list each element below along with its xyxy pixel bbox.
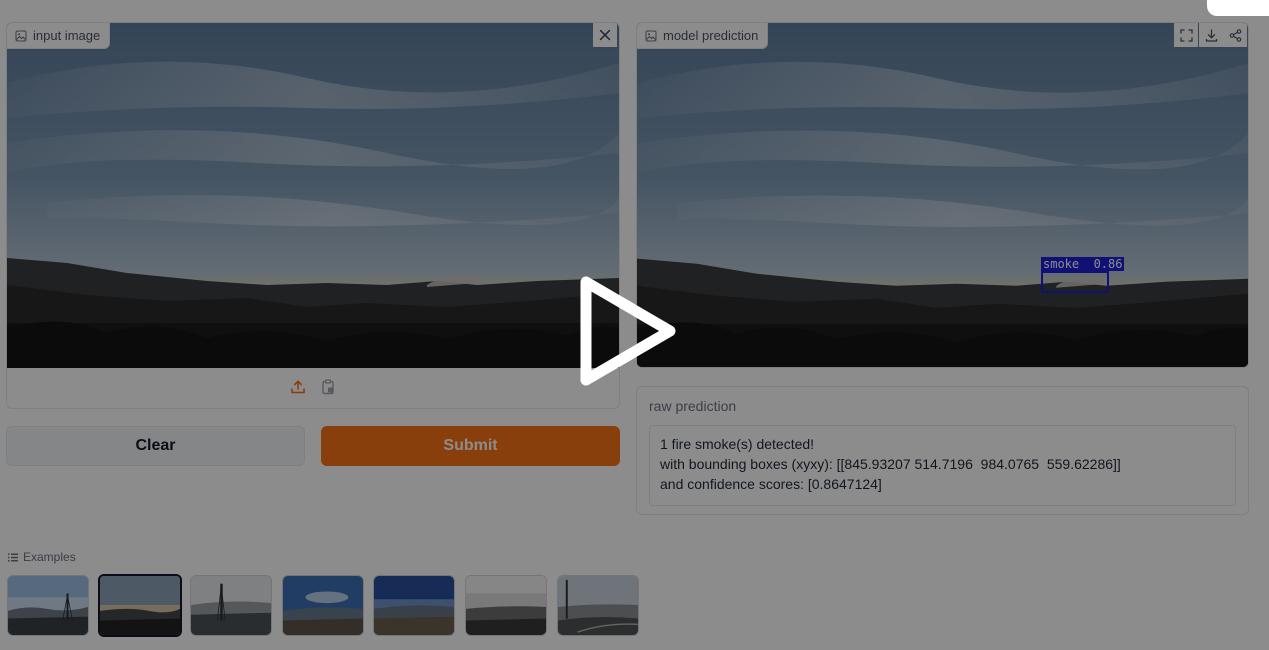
corner-badge bbox=[1207, 0, 1269, 16]
play-icon[interactable] bbox=[578, 274, 678, 388]
